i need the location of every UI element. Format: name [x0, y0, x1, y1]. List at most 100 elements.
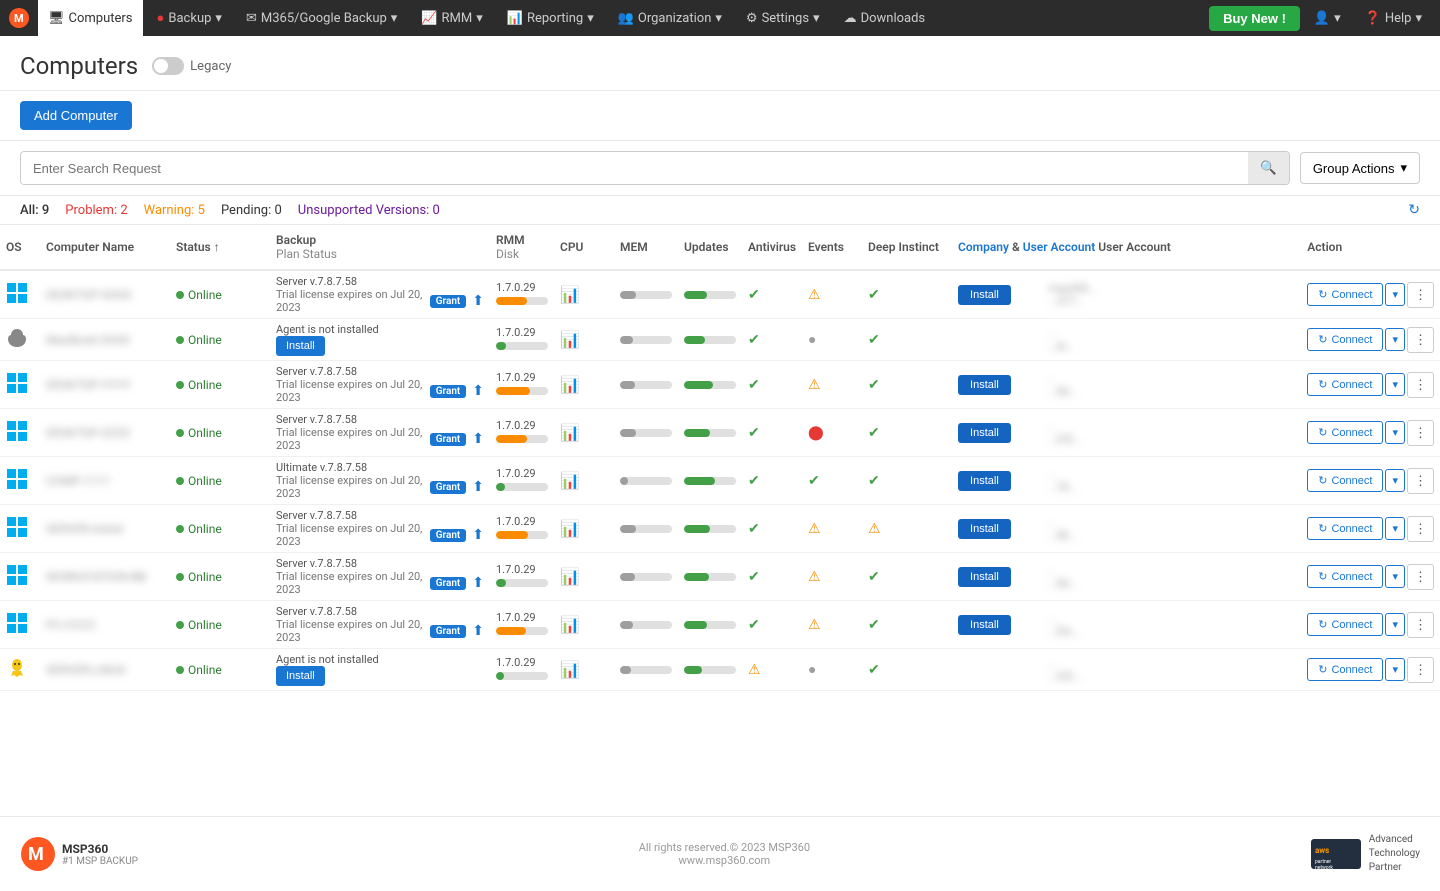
connect-button[interactable]: ↻ Connect [1307, 613, 1383, 636]
connect-dropdown-button[interactable]: ▾ [1385, 658, 1405, 681]
connect-dropdown-button[interactable]: ▾ [1385, 328, 1405, 351]
upload-icon[interactable]: ⬆ [472, 575, 484, 591]
rmm-stats-icon[interactable]: 📊 [560, 567, 580, 586]
rmm-stats-icon[interactable]: 📊 [560, 423, 580, 442]
filter-all[interactable]: All: 9 [20, 203, 49, 218]
deep-instinct-install-button[interactable]: Install [958, 567, 1011, 587]
connect-dropdown-button[interactable]: ▾ [1385, 613, 1405, 636]
connect-button[interactable]: ↻ Connect [1307, 565, 1383, 588]
grant-badge[interactable]: Grant [430, 577, 467, 590]
computer-name[interactable]: SERVER-AAAA [46, 522, 124, 536]
upload-icon[interactable]: ⬆ [472, 383, 484, 399]
table-header-row: OS Computer Name Status ↑ Backup Plan St… [0, 225, 1440, 270]
deep-instinct-install-button[interactable]: Install [958, 285, 1011, 305]
upload-icon[interactable]: ⬆ [472, 623, 484, 639]
more-actions-button[interactable]: ⋮ [1407, 516, 1434, 542]
search-button[interactable]: 🔍 [1248, 152, 1289, 184]
nav-settings[interactable]: ⚙ Settings ▾ [736, 0, 830, 36]
nav-rmm[interactable]: 📈 RMM ▾ [411, 0, 492, 36]
connect-button[interactable]: ↻ Connect [1307, 328, 1383, 351]
upload-icon[interactable]: ⬆ [472, 431, 484, 447]
deep-instinct-install-button[interactable]: Install [958, 375, 1011, 395]
rmm-stats-icon[interactable]: 📊 [560, 471, 580, 490]
rmm-stats-icon[interactable]: 📊 [560, 330, 580, 349]
filter-problem[interactable]: Problem: 2 [65, 203, 127, 218]
grant-badge[interactable]: Grant [430, 481, 467, 494]
legacy-switch[interactable] [152, 57, 184, 75]
connect-button[interactable]: ↻ Connect [1307, 283, 1383, 306]
computer-name[interactable]: PC-CCCC [46, 618, 96, 632]
connect-button[interactable]: ↻ Connect [1307, 517, 1383, 540]
col-header-name[interactable]: Computer Name [40, 225, 170, 270]
grant-badge[interactable]: Grant [430, 433, 467, 446]
rmm-stats-icon[interactable]: 📊 [560, 375, 580, 394]
filter-warning[interactable]: Warning: 5 [144, 203, 205, 218]
upload-icon[interactable]: ⬆ [472, 293, 484, 309]
cpu-cell: 📊 [554, 270, 614, 319]
nav-computers[interactable]: 🖥 Computers [38, 0, 143, 36]
more-actions-button[interactable]: ⋮ [1407, 282, 1434, 308]
connect-button[interactable]: ↻ Connect [1307, 469, 1383, 492]
more-actions-button[interactable]: ⋮ [1407, 468, 1434, 494]
grant-badge[interactable]: Grant [430, 625, 467, 638]
rmm-stats-icon[interactable]: 📊 [560, 285, 580, 304]
user-account-value: ...66... [1048, 577, 1295, 590]
add-computer-button[interactable]: Add Computer [20, 101, 132, 130]
computer-name[interactable]: SERVER-LINUX [46, 663, 126, 677]
nav-organization[interactable]: 👥 Organization ▾ [608, 0, 732, 36]
connect-dropdown-button[interactable]: ▾ [1385, 517, 1405, 540]
company-link[interactable]: Company [958, 240, 1009, 254]
backup-install-button[interactable]: Install [276, 666, 325, 686]
more-actions-button[interactable]: ⋮ [1407, 657, 1434, 683]
help-menu[interactable]: ❓ Help ▾ [1355, 11, 1432, 26]
computer-name[interactable]: DESKTOP-YYYY [46, 378, 131, 392]
action-cell: ↻ Connect ▾ ⋮ [1301, 361, 1440, 409]
more-actions-button[interactable]: ⋮ [1407, 564, 1434, 590]
upload-icon[interactable]: ⬆ [472, 527, 484, 543]
computer-name[interactable]: DESKTOP-XXXX [46, 288, 132, 302]
nav-downloads[interactable]: ☁ Downloads [834, 0, 936, 36]
more-actions-button[interactable]: ⋮ [1407, 612, 1434, 638]
connect-button[interactable]: ↻ Connect [1307, 421, 1383, 444]
rmm-stats-icon[interactable]: 📊 [560, 519, 580, 538]
filter-unsupported[interactable]: Unsupported Versions: 0 [298, 203, 440, 218]
backup-install-button[interactable]: Install [276, 336, 325, 356]
rmm-stats-icon[interactable]: 📊 [560, 615, 580, 634]
more-actions-button[interactable]: ⋮ [1407, 420, 1434, 446]
legacy-toggle[interactable]: Legacy [152, 57, 231, 75]
connect-dropdown-button[interactable]: ▾ [1385, 283, 1405, 306]
deep-instinct-install-button[interactable]: Install [958, 423, 1011, 443]
more-actions-button[interactable]: ⋮ [1407, 372, 1434, 398]
user-account-link[interactable]: User Account [1023, 240, 1096, 254]
progress-bar [684, 291, 736, 299]
upload-icon[interactable]: ⬆ [472, 479, 484, 495]
connect-dropdown-button[interactable]: ▾ [1385, 565, 1405, 588]
filter-pending[interactable]: Pending: 0 [221, 203, 282, 218]
deep-instinct-install-button[interactable]: Install [958, 519, 1011, 539]
connect-dropdown-button[interactable]: ▾ [1385, 421, 1405, 444]
group-actions-button[interactable]: Group Actions ▾ [1300, 152, 1420, 184]
computer-name[interactable]: DESKTOP-ZZZZ [46, 426, 130, 440]
connect-dropdown-button[interactable]: ▾ [1385, 469, 1405, 492]
computer-name[interactable]: COMP-1111 [46, 474, 110, 488]
nav-reporting[interactable]: 📊 Reporting ▾ [497, 0, 604, 36]
refresh-icon[interactable]: ↻ [1408, 202, 1420, 218]
grant-badge[interactable]: Grant [430, 529, 467, 542]
buy-new-button[interactable]: Buy New ! [1209, 6, 1300, 31]
connect-button[interactable]: ↻ Connect [1307, 658, 1383, 681]
col-header-status[interactable]: Status ↑ [170, 225, 270, 270]
grant-badge[interactable]: Grant [430, 295, 467, 308]
computer-name[interactable]: MacBook-XXXX [46, 333, 130, 347]
connect-dropdown-button[interactable]: ▾ [1385, 373, 1405, 396]
deep-instinct-install-button[interactable]: Install [958, 615, 1011, 635]
nav-m365[interactable]: ✉ M365/Google Backup ▾ [236, 0, 407, 36]
grant-badge[interactable]: Grant [430, 385, 467, 398]
nav-backup[interactable]: ● Backup ▾ [147, 0, 232, 36]
more-actions-button[interactable]: ⋮ [1407, 327, 1434, 353]
search-input[interactable] [21, 153, 1248, 184]
user-menu[interactable]: 👤 ▾ [1304, 11, 1351, 26]
computer-name[interactable]: WORKSTATION-BB [46, 570, 146, 584]
connect-button[interactable]: ↻ Connect [1307, 373, 1383, 396]
rmm-stats-icon[interactable]: 📊 [560, 660, 580, 679]
deep-instinct-install-button[interactable]: Install [958, 471, 1011, 491]
